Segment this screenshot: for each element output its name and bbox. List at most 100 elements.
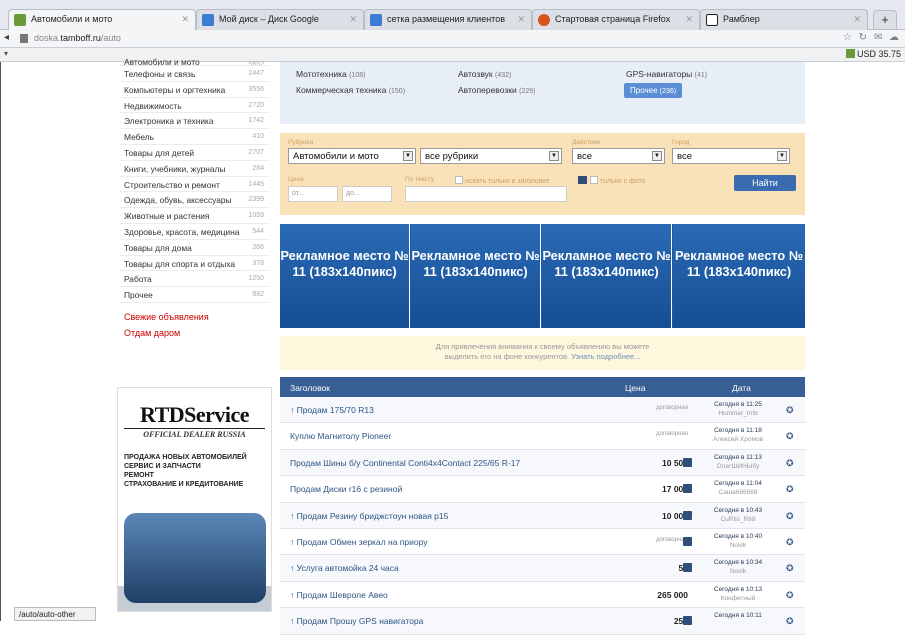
sidebar-category[interactable]: Одежда, обувь, аксессуары 2399 — [120, 192, 270, 209]
dropdown-arrow-icon[interactable]: ▼ — [777, 151, 787, 161]
sidebar-category[interactable]: Строительство и ремонт 1445 — [120, 177, 270, 193]
url-text[interactable]: doska.tamboff.ru/auto — [34, 33, 121, 43]
google-drive-icon — [202, 14, 214, 26]
table-row[interactable]: ↑ Услуга автомойка 24 часа50Сегодня в 10… — [280, 555, 805, 582]
menu-chevron-icon[interactable]: ▾ — [4, 49, 8, 58]
table-row[interactable]: ↑ Продам Обмен зеркал на приору договорна… — [280, 529, 805, 556]
tab-autos[interactable]: Автомобили и мото ✕ — [8, 9, 196, 30]
favorite-star-icon[interactable]: ✪ — [786, 537, 794, 548]
subcat-other-active[interactable]: Прочее (236) — [624, 83, 683, 98]
close-icon[interactable]: ✕ — [685, 14, 693, 25]
tab-google-drive[interactable]: Мой диск – Диск Google ✕ — [196, 9, 364, 30]
table-row[interactable]: ↑ Продам Прошу GPS навигатора 250 Сегодня … — [280, 608, 805, 635]
sidebar-category[interactable]: Товары для детей 2707 — [120, 145, 270, 161]
tab-label: Стартовая страница Firefox — [555, 14, 671, 24]
nav-buttons[interactable]: ☆ ↻ ✉ ☁ — [843, 32, 901, 43]
identity-icon[interactable] — [20, 34, 28, 43]
listing-title[interactable]: Куплю Магнитолу Pioneer — [290, 431, 391, 441]
sidebar-category[interactable]: Автомобили и мото 5652 — [120, 57, 270, 66]
table-row[interactable]: ↑ Продам Шевроле Авео 265 000 Сегодня в 10… — [280, 582, 805, 609]
give-away-link[interactable]: Отдам даром — [120, 323, 270, 339]
sidebar-category[interactable]: Книги, учебники, журналы 284 — [120, 161, 270, 177]
sidebar-category[interactable]: Мебель 410 — [120, 129, 270, 145]
ad-banner-1[interactable]: Рекламное место № 11 (183x140пикс) — [280, 224, 410, 328]
ad-banner-2[interactable]: Рекламное место № 11 (183x140пикс) — [411, 224, 541, 328]
category-label: Прочее — [124, 290, 153, 301]
back-icon[interactable]: ◂ — [4, 32, 9, 43]
listing-title[interactable]: ↑ Продам Резину бриджстоун новая р15 — [290, 511, 448, 521]
price-from-input[interactable]: от... — [288, 186, 338, 202]
sidebar-category[interactable]: Работа 1250 — [120, 271, 270, 288]
fresh-ads-link[interactable]: Свежие объявления — [120, 307, 270, 323]
dropdown-arrow-icon[interactable]: ▼ — [403, 151, 413, 161]
cloud-icon[interactable]: ☁ — [889, 32, 901, 43]
title-only-checkbox[interactable]: искать только в заголовке — [455, 176, 549, 185]
ad-banner-3[interactable]: Рекламное место № 11 (183x140пикс) — [542, 224, 672, 328]
dropdown-arrow-icon[interactable]: ▼ — [652, 151, 662, 161]
category-count: 982 — [252, 291, 264, 299]
subcat-moto[interactable]: Мототехника (108) — [296, 69, 365, 79]
subcat-commercial[interactable]: Коммерческая техника (150) — [296, 85, 405, 95]
listing-title[interactable]: Продам Диски r16 с резиной — [290, 484, 402, 494]
subrubric-select[interactable]: все рубрики ▼ — [420, 148, 562, 164]
new-tab-button[interactable]: + — [873, 10, 897, 30]
favorite-star-icon[interactable]: ✪ — [786, 405, 794, 416]
listing-title[interactable]: ↑ Продам Шевроле Авео — [290, 590, 388, 600]
table-row[interactable]: ↑ Продам Резину бриджстоун новая р15 10 0… — [280, 502, 805, 529]
tab-client-grid[interactable]: сетка размещения клиентов ✕ — [364, 9, 532, 30]
table-row[interactable]: Куплю Магнитолу Pioneer договорная Сегодня… — [280, 423, 805, 450]
ad-banner-4[interactable]: Рекламное место № 11 (183x140пикс) — [673, 224, 805, 328]
find-button[interactable]: Найти — [734, 175, 796, 191]
rtd-service-ad[interactable]: RTDService OFFICIAL DEALER RUSSIA ПРОДАЖ… — [117, 387, 272, 612]
sidebar-category[interactable]: Животные и растения 1059 — [120, 208, 270, 224]
favorite-star-icon[interactable]: ✪ — [786, 511, 794, 522]
photo-only-checkbox[interactable]: только с фото — [578, 176, 646, 185]
listing-user: Саша686868 — [718, 489, 758, 497]
table-row[interactable]: Продам Диски r16 с резиной 17 000 Сегодня … — [280, 476, 805, 503]
favorite-star-icon[interactable]: ✪ — [786, 431, 794, 442]
currency-widget[interactable]: USD 35.75 — [845, 49, 901, 59]
subcat-transport[interactable]: Автоперевозки (229) — [458, 85, 535, 95]
sidebar-category[interactable]: Электроника и техника 1742 — [120, 113, 270, 130]
table-row[interactable]: ↑ Продам 175/70 R13 договорная Сегодня в 1… — [280, 397, 805, 424]
sidebar-category[interactable]: Товары для спорта и отдыха 378 — [120, 256, 270, 272]
checkbox-icon[interactable] — [590, 176, 598, 184]
subcat-gps[interactable]: GPS-навигаторы (41) — [626, 69, 707, 79]
listing-title[interactable]: ↑ Продам Обмен зеркал на приору — [290, 537, 427, 547]
listing-title[interactable]: ↑ Услуга автомойка 24 часа — [290, 563, 399, 573]
close-icon[interactable]: ✕ — [181, 14, 189, 25]
sidebar-category[interactable]: Товары для дома 266 — [120, 240, 270, 256]
close-icon[interactable]: ✕ — [853, 14, 861, 25]
favorite-star-icon[interactable]: ✪ — [786, 458, 794, 469]
subcat-autosound[interactable]: Автозвук (432) — [458, 69, 511, 79]
rubric-select[interactable]: Автомобили и мото ▼ — [288, 148, 416, 164]
mail-icon[interactable]: ✉ — [874, 32, 884, 43]
action-select[interactable]: все ▼ — [572, 148, 665, 164]
sidebar-category[interactable]: Недвижимость 2720 — [120, 98, 270, 114]
tab-rambler[interactable]: Рамблер ✕ — [700, 9, 868, 30]
dropdown-arrow-icon[interactable]: ▼ — [549, 151, 559, 161]
favorite-star-icon[interactable]: ✪ — [786, 484, 794, 495]
listing-title[interactable]: ↑ Продам 175/70 R13 — [290, 405, 374, 415]
sidebar-category[interactable]: Прочее 982 — [120, 287, 270, 303]
listing-title[interactable]: ↑ Продам Прошу GPS навигатора — [290, 616, 423, 626]
sidebar-category[interactable]: Компьютеры и оргтехника 3556 — [120, 82, 270, 98]
reload-icon[interactable]: ↻ — [859, 32, 869, 43]
learn-more-link[interactable]: Узнать подробнее... — [571, 352, 640, 361]
favorite-star-icon[interactable]: ✪ — [786, 590, 794, 601]
city-select[interactable]: все ▼ — [672, 148, 790, 164]
tab-firefox-start[interactable]: Стартовая страница Firefox ✕ — [532, 9, 700, 30]
text-search-input[interactable] — [405, 186, 567, 202]
table-row[interactable]: Продам Шины б/у Continental Conti4x4Cont… — [280, 449, 805, 477]
favorite-star-icon[interactable]: ✪ — [786, 563, 794, 574]
star-icon[interactable]: ☆ — [843, 32, 854, 43]
price-to-input[interactable]: до... — [342, 186, 392, 202]
sidebar-category[interactable]: Телефоны и связь 2447 — [120, 66, 270, 82]
address-bar[interactable]: ◂ doska.tamboff.ru/auto ☆ ↻ ✉ ☁ — [0, 30, 905, 48]
close-icon[interactable]: ✕ — [349, 14, 357, 25]
checkbox-icon[interactable] — [455, 176, 463, 184]
favorite-star-icon[interactable]: ✪ — [786, 616, 794, 627]
sidebar-category[interactable]: Здоровье, красота, медицина 544 — [120, 224, 270, 240]
close-icon[interactable]: ✕ — [517, 14, 525, 25]
listing-title[interactable]: Продам Шины б/у Continental Conti4x4Cont… — [290, 458, 520, 468]
